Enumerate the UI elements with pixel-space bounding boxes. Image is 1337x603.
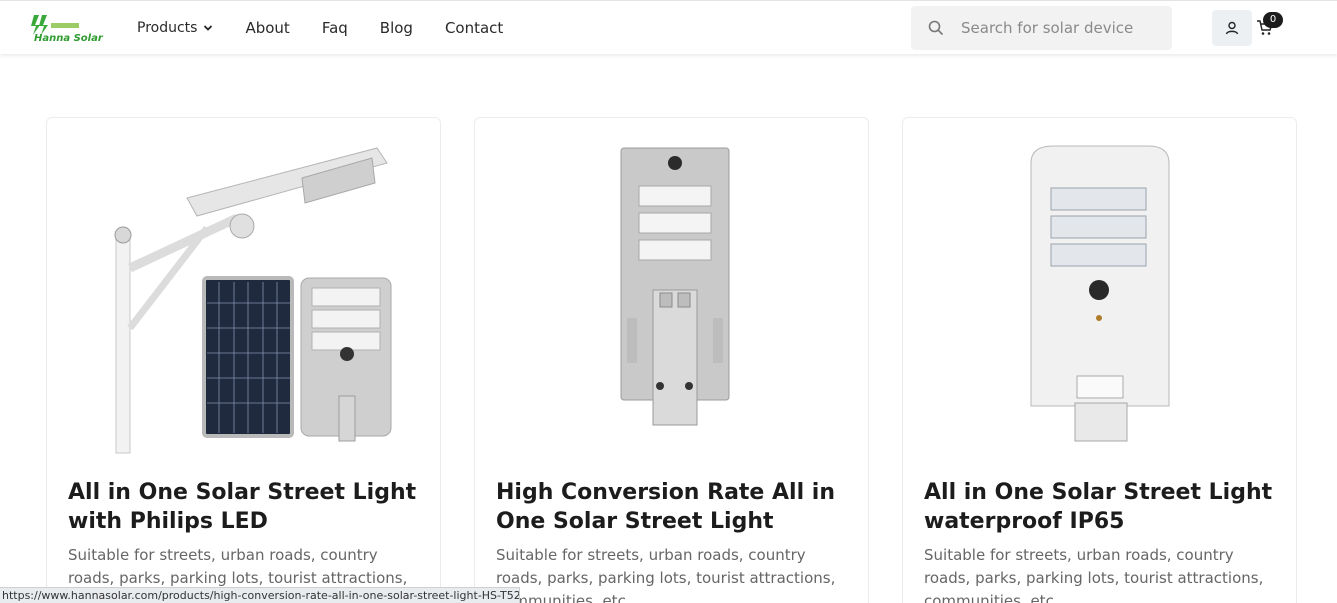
product-card[interactable]: All in One Solar Street Light waterproof… [902, 117, 1297, 603]
search-box [911, 6, 1172, 50]
site-header: Hanna Solar Products About Faq Blog Cont… [0, 0, 1337, 54]
chevron-down-icon [204, 25, 213, 31]
nav-item-contact[interactable]: Contact [445, 19, 503, 37]
nav-item-faq[interactable]: Faq [322, 19, 348, 37]
nav-item-label: Products [137, 20, 198, 36]
product-title[interactable]: All in One Solar Street Light with Phili… [68, 478, 423, 536]
nav-item-about[interactable]: About [245, 19, 289, 37]
search-input[interactable] [961, 19, 1161, 37]
cart-count-badge: 0 [1263, 12, 1283, 28]
product-card[interactable]: High Conversion Rate All in One Solar St… [474, 117, 869, 603]
product-image[interactable] [47, 118, 440, 463]
search-icon[interactable] [928, 20, 944, 36]
status-bar-url: https://www.hannasolar.com/products/high… [0, 587, 520, 603]
nav-item-blog[interactable]: Blog [380, 19, 413, 37]
product-image[interactable] [903, 118, 1296, 463]
product-description: Suitable for streets, urban roads, count… [496, 546, 836, 603]
account-button[interactable] [1212, 10, 1252, 46]
nav-item-products[interactable]: Products [137, 20, 213, 36]
brand-logo[interactable]: Hanna Solar [30, 13, 103, 45]
product-image[interactable] [475, 118, 868, 463]
product-description: Suitable for streets, urban roads, count… [924, 546, 1264, 603]
product-card[interactable]: All in One Solar Street Light with Phili… [46, 117, 441, 603]
user-icon [1225, 21, 1239, 35]
product-title[interactable]: All in One Solar Street Light waterproof… [924, 478, 1279, 536]
product-title[interactable]: High Conversion Rate All in One Solar St… [496, 478, 851, 536]
logo-text: Hanna Solar [34, 33, 103, 44]
main-nav: Products About Faq Blog Contact [137, 18, 535, 38]
